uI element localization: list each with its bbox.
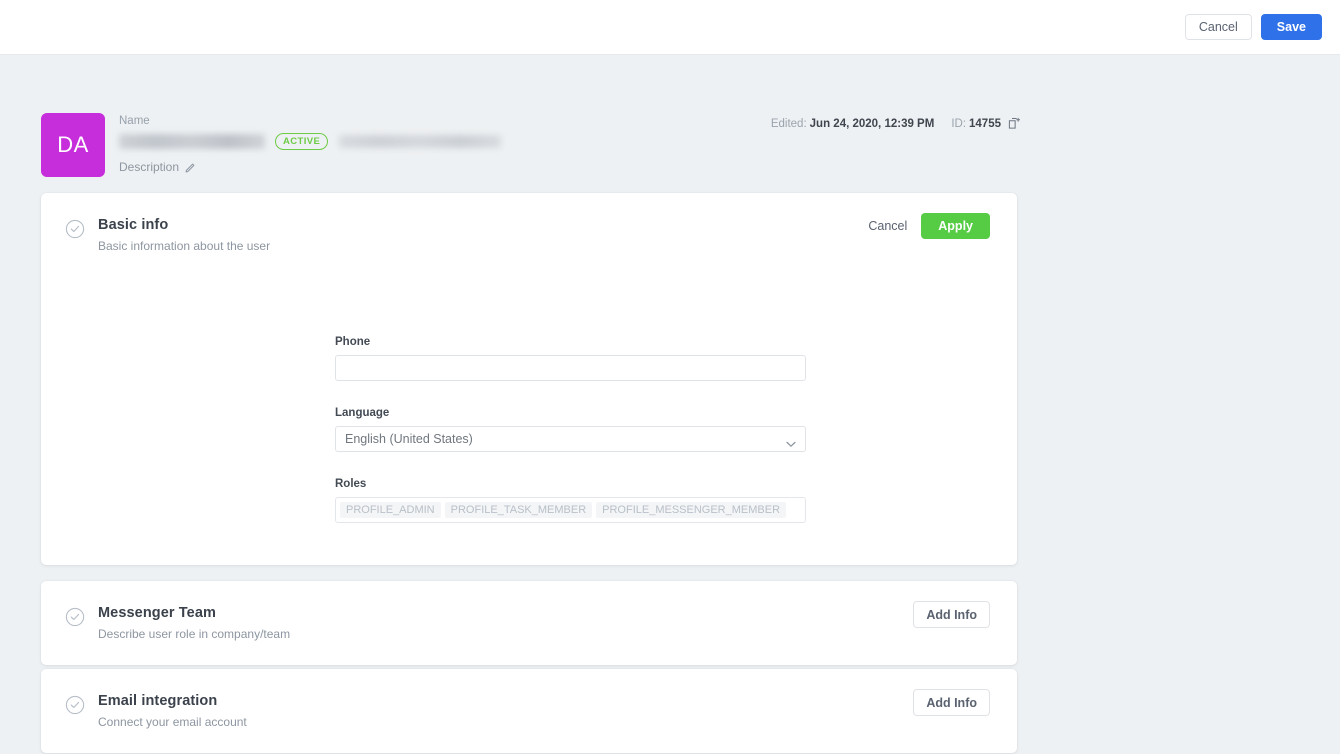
check-circle-icon <box>65 695 85 715</box>
phone-input[interactable] <box>335 355 806 381</box>
card-title: Email integration <box>98 693 217 709</box>
section-apply-button[interactable]: Apply <box>921 213 990 239</box>
roles-label: Roles <box>335 478 806 490</box>
role-chip: PROFILE_TASK_MEMBER <box>445 502 593 518</box>
pencil-icon[interactable] <box>185 162 196 173</box>
roles-input[interactable]: PROFILE_ADMIN PROFILE_TASK_MEMBER PROFIL… <box>335 497 806 523</box>
field-language: Language English (United States) <box>335 407 806 452</box>
user-email-redacted <box>339 135 501 148</box>
card-subtitle: Connect your email account <box>98 715 247 729</box>
role-chip: PROFILE_ADMIN <box>340 502 441 518</box>
language-select[interactable]: English (United States) <box>335 426 806 452</box>
card-basic-info: Basic info Basic information about the u… <box>41 193 1017 565</box>
check-circle-icon <box>65 607 85 627</box>
profile-meta: Name ACTIVE Description <box>119 115 501 174</box>
status-badge: ACTIVE <box>275 133 328 150</box>
name-row: ACTIVE <box>119 131 501 151</box>
field-roles: Roles PROFILE_ADMIN PROFILE_TASK_MEMBER … <box>335 478 806 523</box>
card-messenger-team: Messenger Team Describe user role in com… <box>41 581 1017 665</box>
edited-timestamp: Jun 24, 2020, 12:39 PM <box>810 118 935 130</box>
card-actions: Add Info <box>913 601 990 628</box>
save-button[interactable]: Save <box>1261 14 1322 40</box>
card-actions: Add Info <box>913 689 990 716</box>
edited-info: Edited: Jun 24, 2020, 12:39 PM ID: 14755 <box>771 117 1021 130</box>
section-cancel-button[interactable]: Cancel <box>868 219 921 233</box>
card-header: Messenger Team Describe user role in com… <box>41 581 1017 643</box>
id-label: ID: <box>951 118 966 130</box>
add-info-button[interactable]: Add Info <box>913 689 990 716</box>
card-email-integration: Email integration Connect your email acc… <box>41 669 1017 753</box>
card-actions: Cancel Apply <box>868 213 990 239</box>
language-label: Language <box>335 407 806 419</box>
language-select-wrap: English (United States) <box>335 426 806 452</box>
cancel-button[interactable]: Cancel <box>1185 14 1252 40</box>
check-circle-icon <box>65 219 85 239</box>
card-title: Basic info <box>98 217 168 233</box>
avatar: DA <box>41 113 105 177</box>
name-label: Name <box>119 115 501 127</box>
top-action-bar: Cancel Save <box>0 0 1340 55</box>
phone-label: Phone <box>335 336 806 348</box>
page-content: DA Name ACTIVE Description Edited: Jun 2… <box>0 55 1340 754</box>
card-subtitle: Basic information about the user <box>98 239 270 253</box>
card-title: Messenger Team <box>98 605 216 621</box>
field-phone: Phone <box>335 336 806 381</box>
description-label: Description <box>119 160 179 174</box>
id-value: 14755 <box>969 118 1001 130</box>
copy-plus-icon[interactable] <box>1008 117 1021 130</box>
add-info-button[interactable]: Add Info <box>913 601 990 628</box>
description-row[interactable]: Description <box>119 160 501 174</box>
card-header: Email integration Connect your email acc… <box>41 669 1017 731</box>
user-name-redacted <box>119 134 265 149</box>
role-chip: PROFILE_MESSENGER_MEMBER <box>596 502 786 518</box>
card-subtitle: Describe user role in company/team <box>98 627 290 641</box>
card-header: Basic info Basic information about the u… <box>41 193 1017 255</box>
profile-header: DA Name ACTIVE Description Edited: Jun 2… <box>41 113 1021 183</box>
edited-label: Edited: <box>771 118 807 130</box>
basic-info-form: Phone Language English (United States) R… <box>335 336 806 549</box>
